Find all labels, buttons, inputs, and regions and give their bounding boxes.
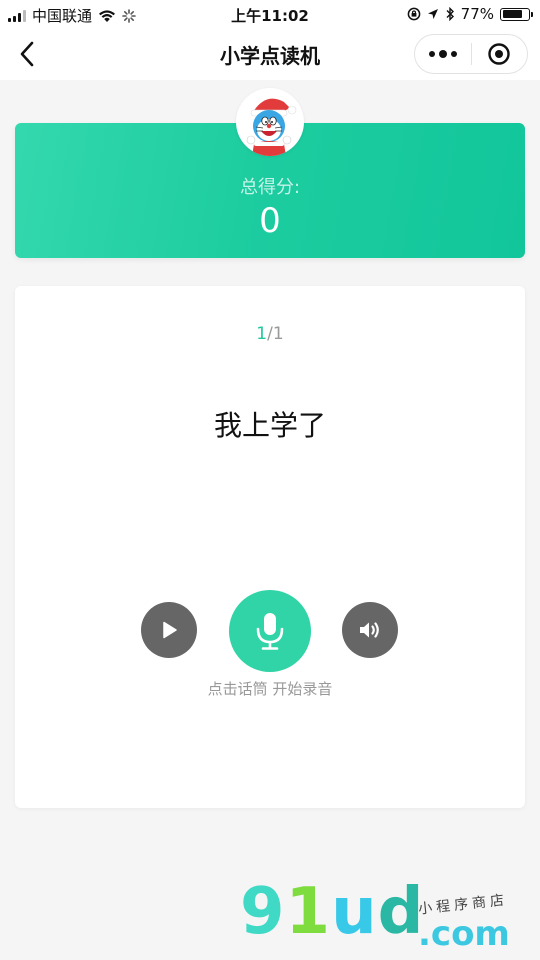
battery-fill [502, 10, 522, 18]
score-label: 总得分: [239, 177, 301, 198]
watermark-logo-text: 91ud [240, 875, 425, 949]
avatar[interactable] [236, 88, 304, 156]
target-icon [488, 43, 510, 65]
play-original-audio-button[interactable] [342, 602, 398, 658]
reading-sentence: 我上学了 [213, 409, 326, 442]
page-current: 1 [256, 324, 268, 344]
close-mini-program-button[interactable] [472, 35, 528, 73]
location-icon [427, 9, 438, 19]
nav-bar: 小学点读机 [0, 28, 540, 80]
microphone-icon [256, 613, 284, 650]
status-bar: 中国联通 上午11:02 77% [0, 0, 540, 28]
more-button[interactable] [415, 35, 471, 73]
more-icon [428, 49, 457, 58]
status-right: 77% [407, 5, 533, 23]
play-recording-button[interactable] [141, 602, 197, 658]
page-total: 1 [272, 324, 284, 344]
battery-icon [500, 7, 533, 21]
record-button[interactable] [229, 590, 311, 672]
doraemon-santa-avatar [246, 98, 297, 156]
score-value: 0 [259, 201, 281, 241]
reading-card: 1/1 我上学了 点击话筒 开始录音 [15, 286, 525, 808]
play-icon [163, 621, 177, 639]
mini-program-capsule [414, 34, 528, 74]
speaker-icon [360, 622, 379, 638]
battery-percent: 77% [460, 5, 494, 23]
watermark-domain: .com [418, 914, 510, 954]
record-hint: 点击话筒 开始录音 [207, 680, 333, 698]
bluetooth-icon [446, 7, 454, 21]
rotation-lock-icon [407, 7, 421, 21]
watermark-logo: 91ud 小程序商店 .com [240, 880, 530, 956]
page-indicator: 1/1 [15, 324, 525, 344]
